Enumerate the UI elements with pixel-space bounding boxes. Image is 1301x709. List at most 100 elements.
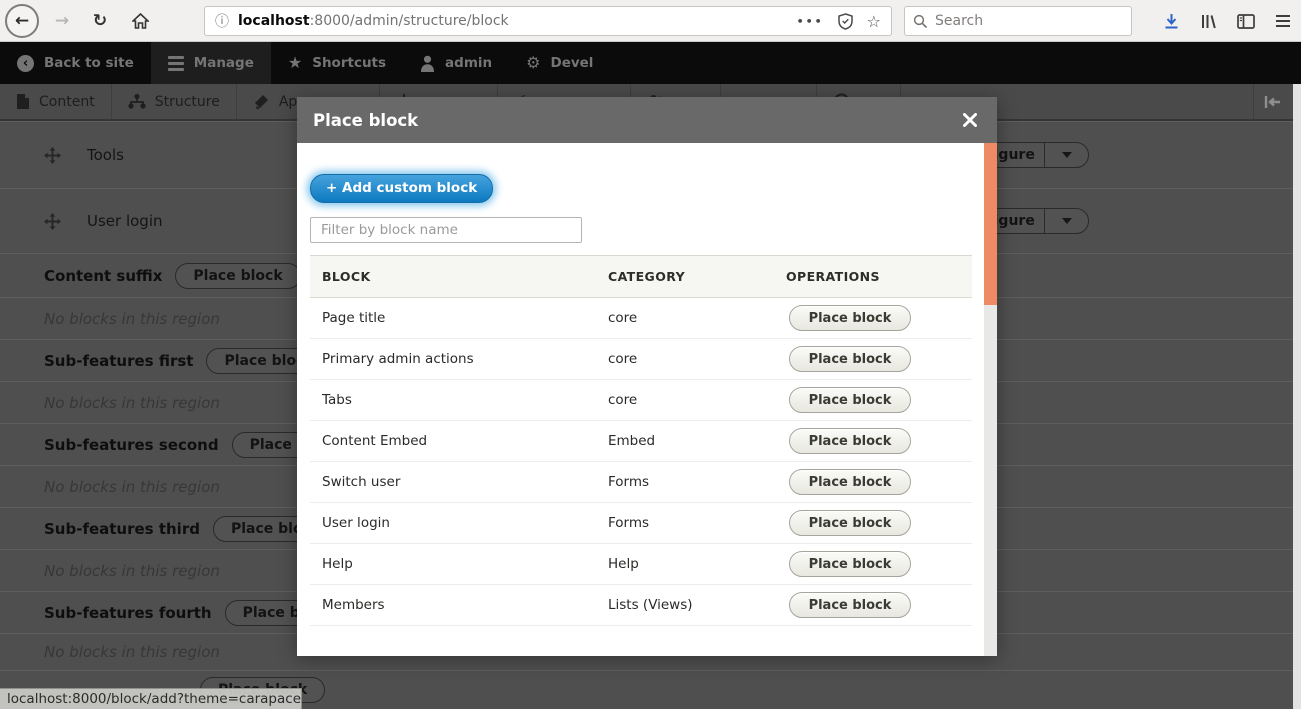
browser-scrollbar[interactable] bbox=[1293, 84, 1301, 709]
add-custom-block-button[interactable]: + Add custom block bbox=[310, 174, 493, 203]
filter-blocks-input[interactable] bbox=[310, 217, 582, 243]
url-path: :8000/admin/structure/block bbox=[310, 13, 509, 29]
browser-forward-button[interactable]: → bbox=[47, 6, 77, 36]
content-icon bbox=[16, 93, 30, 110]
url-text: localhost:8000/admin/structure/block bbox=[238, 13, 509, 29]
shortcuts-tab[interactable]: ★ Shortcuts bbox=[271, 42, 403, 84]
chevron-down-icon bbox=[1062, 152, 1072, 158]
dialog-title: Place block bbox=[313, 111, 418, 130]
shortcuts-star-icon: ★ bbox=[288, 55, 302, 71]
place-block-button[interactable]: Place block bbox=[789, 305, 911, 331]
configure-dropdown-button[interactable] bbox=[1044, 142, 1089, 168]
col-header-category: CATEGORY bbox=[596, 256, 774, 298]
block-table-row: Primary admin actionscorePlace block bbox=[310, 339, 972, 380]
browser-search-bar[interactable] bbox=[904, 6, 1132, 36]
category-cell: core bbox=[596, 298, 774, 339]
block-table-row: MembersLists (Views) Place block bbox=[310, 585, 972, 626]
back-arrow-icon: ← bbox=[15, 11, 29, 31]
home-icon bbox=[132, 13, 149, 29]
place-block-button[interactable]: Place block bbox=[789, 510, 911, 536]
tab-structure[interactable]: Structure bbox=[112, 84, 237, 119]
back-to-site-button[interactable]: ‹ Back to site bbox=[0, 42, 151, 84]
menu-icon[interactable] bbox=[1275, 14, 1291, 28]
bookmark-star-icon[interactable]: ☆ bbox=[867, 12, 881, 31]
block-table-row: User loginFormsPlace block bbox=[310, 503, 972, 544]
table-header-row: BLOCK CATEGORY OPERATIONS bbox=[310, 256, 972, 298]
block-name-cell: Content Embed bbox=[310, 421, 596, 462]
block-name-cell: Primary admin actions bbox=[310, 339, 596, 380]
operations-cell: Place block bbox=[774, 298, 972, 339]
operations-cell: Place block bbox=[774, 544, 972, 585]
shield-icon[interactable] bbox=[838, 13, 853, 30]
drag-handle-icon[interactable] bbox=[44, 213, 61, 230]
search-input[interactable] bbox=[935, 13, 1095, 29]
devel-tab[interactable]: ⚙ Devel bbox=[509, 42, 610, 84]
orient-horizontal-icon bbox=[1264, 96, 1280, 108]
close-icon bbox=[963, 113, 977, 127]
category-cell: Embed bbox=[596, 421, 774, 462]
close-button[interactable] bbox=[959, 109, 981, 131]
tab-content[interactable]: Content bbox=[0, 84, 112, 119]
user-icon bbox=[420, 55, 435, 72]
browser-home-button[interactable] bbox=[125, 6, 155, 36]
block-table-row: Page titlecore Place block bbox=[310, 298, 972, 339]
block-name-cell: Tabs bbox=[310, 380, 596, 421]
block-name-cell: Help bbox=[310, 544, 596, 585]
place-block-button[interactable]: Place block bbox=[789, 551, 911, 577]
structure-icon bbox=[128, 93, 146, 110]
block-table-row: Tabscore Place block bbox=[310, 380, 972, 421]
place-block-button[interactable]: Place block bbox=[789, 428, 911, 454]
block-table-row: HelpHelp Place block bbox=[310, 544, 972, 585]
operations-cell: Place block bbox=[774, 585, 972, 626]
dialog-content: + Add custom block BLOCK CATEGORY OPERAT… bbox=[297, 143, 997, 656]
appearance-icon bbox=[253, 93, 270, 110]
place-block-button[interactable]: Place block bbox=[175, 263, 300, 289]
status-bar-url: localhost:8000/block/add?theme=carapace bbox=[0, 688, 302, 709]
block-name-cell: Page title bbox=[310, 298, 596, 339]
drag-handle-icon[interactable] bbox=[44, 147, 61, 164]
browser-reload-button[interactable]: ↻ bbox=[85, 6, 115, 36]
page-actions-icon[interactable]: ••• bbox=[797, 15, 824, 28]
place-block-button[interactable]: Place block bbox=[789, 387, 911, 413]
back-to-site-icon: ‹ bbox=[17, 55, 34, 72]
place-block-button[interactable]: Place block bbox=[789, 469, 911, 495]
library-icon[interactable] bbox=[1200, 13, 1217, 30]
place-block-dialog: Place block + Add custom block BLOCK CAT… bbox=[297, 97, 997, 656]
browser-toolbar: ← → ↻ ⓘ localhost:8000/admin/structure/b… bbox=[0, 0, 1301, 42]
manage-menu-icon bbox=[168, 56, 184, 71]
toolbar-orientation-button[interactable] bbox=[1253, 84, 1290, 119]
block-table-row: Switch userFormsPlace block bbox=[310, 462, 972, 503]
sidebar-icon[interactable] bbox=[1237, 14, 1255, 29]
category-cell: core bbox=[596, 380, 774, 421]
place-block-button[interactable]: Place block bbox=[789, 592, 911, 618]
site-info-icon[interactable]: ⓘ bbox=[215, 11, 229, 31]
screen: ← → ↻ ⓘ localhost:8000/admin/structure/b… bbox=[0, 0, 1301, 709]
operations-cell: Place block bbox=[774, 503, 972, 544]
browser-back-button[interactable]: ← bbox=[5, 4, 39, 38]
gear-icon: ⚙ bbox=[526, 55, 540, 71]
place-block-button[interactable]: Place block bbox=[789, 346, 911, 372]
modal-table-body: Page titlecorePlace blockPrimary admin a… bbox=[310, 298, 972, 626]
chevron-down-icon bbox=[1062, 218, 1072, 224]
operations-cell: Place block bbox=[774, 339, 972, 380]
block-name-cell: User login bbox=[310, 503, 596, 544]
dialog-scrollbar[interactable] bbox=[984, 143, 997, 656]
url-bar[interactable]: ⓘ localhost:8000/admin/structure/block •… bbox=[204, 6, 892, 36]
admin-user-tab[interactable]: admin bbox=[403, 42, 509, 84]
url-host: localhost bbox=[238, 13, 310, 29]
dialog-titlebar: Place block bbox=[297, 97, 997, 143]
block-name-cell: Switch user bbox=[310, 462, 596, 503]
reload-icon: ↻ bbox=[93, 11, 107, 31]
category-cell: Help bbox=[596, 544, 774, 585]
dialog-scrollbar-thumb[interactable] bbox=[984, 143, 997, 305]
col-header-block: BLOCK bbox=[310, 256, 596, 298]
manage-tab[interactable]: Manage bbox=[151, 42, 271, 84]
block-table-row: Content EmbedEmbed Place block bbox=[310, 421, 972, 462]
downloads-icon[interactable] bbox=[1163, 13, 1180, 30]
configure-dropdown-button[interactable] bbox=[1044, 208, 1089, 234]
operations-cell: Place block bbox=[774, 380, 972, 421]
block-name-cell: Members bbox=[310, 585, 596, 626]
blocks-table: BLOCK CATEGORY OPERATIONS Page titlecore… bbox=[310, 255, 972, 626]
category-cell: Lists (Views) bbox=[596, 585, 774, 626]
block-label: User login bbox=[87, 212, 163, 230]
